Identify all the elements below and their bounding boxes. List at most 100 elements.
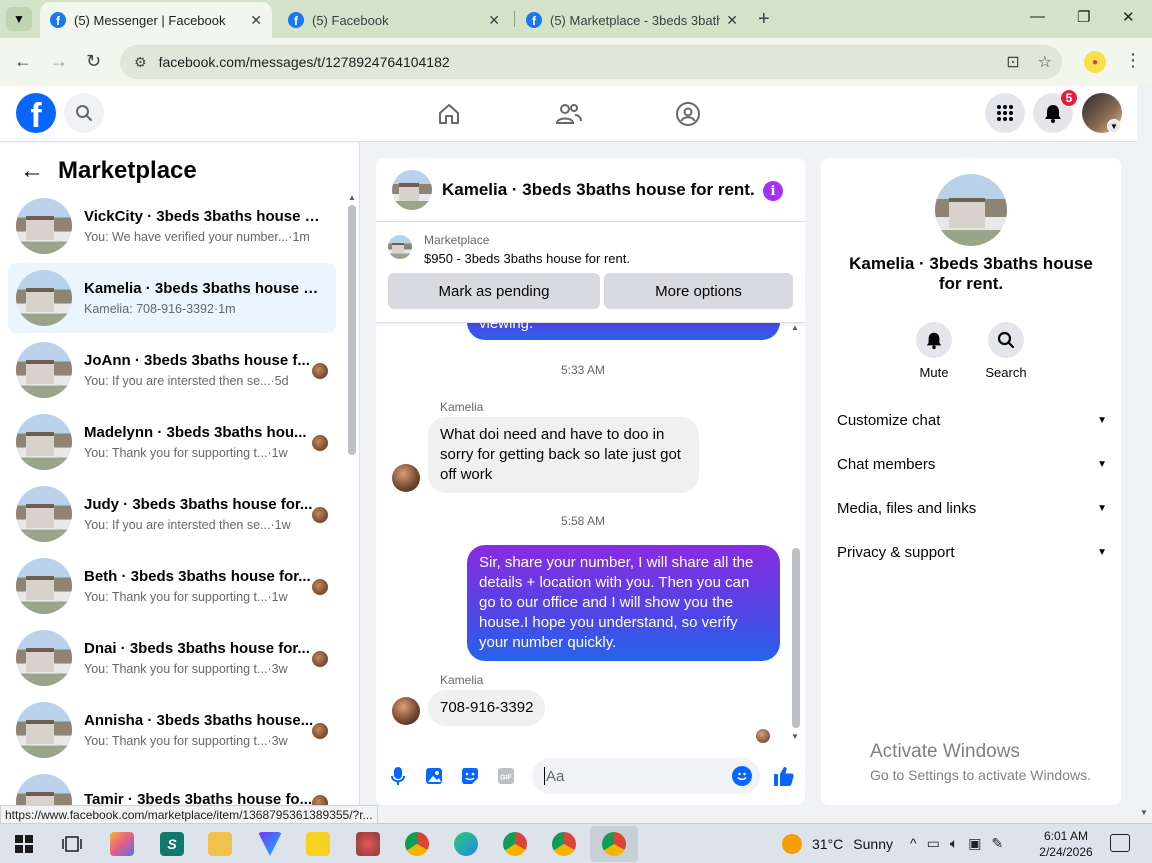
conversation-item[interactable]: Judy · 3beds 3baths house for... You: If … (8, 479, 336, 549)
info-icon[interactable]: i (763, 181, 783, 201)
reload-icon[interactable]: ↻ (86, 51, 101, 72)
conversation-text: JoAnn · 3beds 3baths house f... You: If y… (84, 352, 320, 388)
friends-icon[interactable] (555, 100, 583, 128)
read-receipt-avatar (312, 507, 328, 523)
sender-avatar[interactable] (392, 697, 420, 725)
close-window-icon[interactable]: ✕ (1122, 8, 1135, 26)
tab-marketplace[interactable]: f (5) Marketplace - 3beds 3baths ✕ (516, 2, 748, 38)
conversation-avatar (16, 342, 72, 398)
notification-badge: 5 (1060, 89, 1078, 107)
windows-start-icon[interactable] (12, 832, 36, 856)
forward-arrow-icon[interactable]: → (50, 51, 68, 72)
message-input[interactable]: Aa (532, 758, 760, 794)
facebook-logo-icon[interactable]: f (16, 93, 56, 133)
incoming-message: 708-916-3392 (428, 690, 546, 726)
display-icon[interactable]: ▣ (968, 835, 981, 852)
sender-avatar[interactable] (392, 464, 420, 492)
section-privacy-support[interactable]: Privacy & support ▼ (837, 536, 1107, 568)
close-tab-icon[interactable]: ✕ (250, 12, 262, 29)
new-tab-plus-icon[interactable]: + (758, 8, 770, 31)
listing-title[interactable]: $950 - 3beds 3baths house for rent. (424, 251, 630, 266)
chrome-active-icon[interactable] (602, 832, 626, 856)
search-in-chat-button[interactable]: Search (976, 322, 1036, 380)
conversation-name: Dnai · 3beds 3baths house for... (84, 640, 310, 657)
section-customize-chat[interactable]: Customize chat ▼ (837, 404, 1107, 436)
search-icon[interactable] (64, 93, 104, 133)
chrome-profile-icon[interactable] (552, 832, 576, 856)
watermark-subtitle: Go to Settings to activate Windows. (870, 767, 1091, 783)
bookmark-star-icon[interactable]: ☆ (1038, 52, 1052, 72)
read-receipt-avatar (312, 795, 328, 805)
menu-grid-icon[interactable] (985, 93, 1025, 133)
copilot-icon[interactable] (110, 832, 134, 856)
scroll-up-arrow-icon[interactable]: ▲ (791, 323, 799, 332)
task-view-icon[interactable] (60, 832, 84, 856)
chrome-icon[interactable] (405, 832, 429, 856)
more-options-button[interactable]: More options (604, 273, 793, 309)
details-avatar[interactable] (935, 174, 1007, 246)
tab-messenger[interactable]: f (5) Messenger | Facebook ✕ (40, 2, 272, 38)
conversation-item[interactable]: Madelynn · 3beds 3baths hou... You: Thank… (8, 407, 336, 477)
volume-icon[interactable]: 🔈︎ (950, 835, 958, 852)
edge-icon[interactable] (454, 832, 478, 856)
back-arrow-icon[interactable]: ← (20, 157, 44, 185)
groups-icon[interactable] (674, 100, 702, 128)
network-icon[interactable]: ▭ (927, 835, 940, 852)
conversation-item[interactable]: Beth · 3beds 3baths house for... You: Tha… (8, 551, 336, 621)
chevron-down-icon: ▼ (1097, 502, 1107, 514)
close-tab-icon[interactable]: ✕ (726, 12, 738, 29)
chat-title[interactable]: Kamelia · 3beds 3baths house for rent. (442, 180, 755, 200)
chevron-up-icon[interactable]: ^ (910, 835, 917, 852)
mute-button[interactable]: Mute (904, 322, 964, 380)
browser-menu-icon[interactable]: ⋮ (1124, 50, 1142, 71)
site-info-icon[interactable]: ⚙ (134, 54, 147, 71)
scroll-down-arrow-icon[interactable]: ▼ (791, 732, 799, 741)
weather-widget[interactable]: 31°C Sunny (782, 834, 893, 854)
mark-as-pending-button[interactable]: Mark as pending (388, 273, 600, 309)
extension-icon[interactable]: ● (1084, 51, 1106, 73)
conversation-item[interactable]: JoAnn · 3beds 3baths house f... You: If y… (8, 335, 336, 405)
sticker-icon[interactable] (460, 766, 480, 786)
thumbs-up-icon[interactable] (772, 764, 796, 788)
status-bar-url: https://www.facebook.com/marketplace/ite… (0, 805, 378, 824)
chrome-profile-icon[interactable] (503, 832, 527, 856)
close-tab-icon[interactable]: ✕ (488, 12, 500, 29)
minimize-icon[interactable]: — (1030, 8, 1045, 25)
conversation-item[interactable]: VickCity · 3beds 3baths house fo... You: … (8, 191, 336, 261)
gif-icon[interactable]: GIF (496, 766, 516, 786)
home-icon[interactable] (435, 100, 463, 128)
conversation-item[interactable]: Dnai · 3beds 3baths house for... You: Tha… (8, 623, 336, 693)
tab-search-button[interactable]: ▼ (6, 7, 32, 31)
listing-thumbnail[interactable] (388, 235, 412, 259)
file-explorer-icon[interactable] (208, 832, 232, 856)
conversation-text: Dnai · 3beds 3baths house for... You: Tha… (84, 640, 320, 676)
back-arrow-icon[interactable]: ← (14, 51, 32, 72)
sun-icon (782, 834, 802, 854)
notification-center-icon[interactable] (1110, 834, 1130, 852)
tab-facebook[interactable]: f (5) Facebook ✕ (278, 2, 510, 38)
scroll-up-arrow-icon[interactable]: ▲ (348, 193, 356, 202)
pen-icon[interactable]: ✎ (991, 835, 1003, 852)
maximize-icon[interactable]: ❐ (1077, 8, 1090, 26)
page-scrollbar[interactable] (1137, 142, 1152, 805)
taskbar-clock[interactable]: 6:01 AM 2/24/2026 (1030, 828, 1102, 860)
scroll-down-arrow-icon[interactable]: ▼ (1140, 808, 1148, 817)
app-filter-icon[interactable] (258, 832, 282, 856)
conversation-item[interactable]: Tamir · 3beds 3baths house fo... (8, 767, 336, 805)
install-app-icon[interactable]: ⊡ (1006, 52, 1019, 72)
microphone-icon[interactable] (388, 766, 408, 786)
app-paint-icon[interactable] (356, 832, 380, 856)
chat-avatar[interactable] (392, 169, 432, 210)
sticky-notes-icon[interactable] (306, 832, 330, 856)
conversation-item[interactable]: Kamelia · 3beds 3baths house fo... Kameli… (8, 263, 336, 333)
section-chat-members[interactable]: Chat members ▼ (837, 448, 1107, 480)
emoji-icon[interactable] (732, 766, 752, 786)
app-s-icon[interactable]: S (160, 832, 184, 856)
photo-icon[interactable] (424, 766, 444, 786)
address-bar[interactable]: ⚙ facebook.com/messages/t/12789247641041… (120, 45, 1062, 79)
chevron-down-icon[interactable]: ▼ (1107, 119, 1121, 133)
conversation-item[interactable]: Annisha · 3beds 3baths house... You: Than… (8, 695, 336, 765)
scrollbar-thumb[interactable] (348, 205, 356, 455)
section-media-files-links[interactable]: Media, files and links ▼ (837, 492, 1107, 524)
chat-scrollbar-thumb[interactable] (792, 548, 800, 728)
